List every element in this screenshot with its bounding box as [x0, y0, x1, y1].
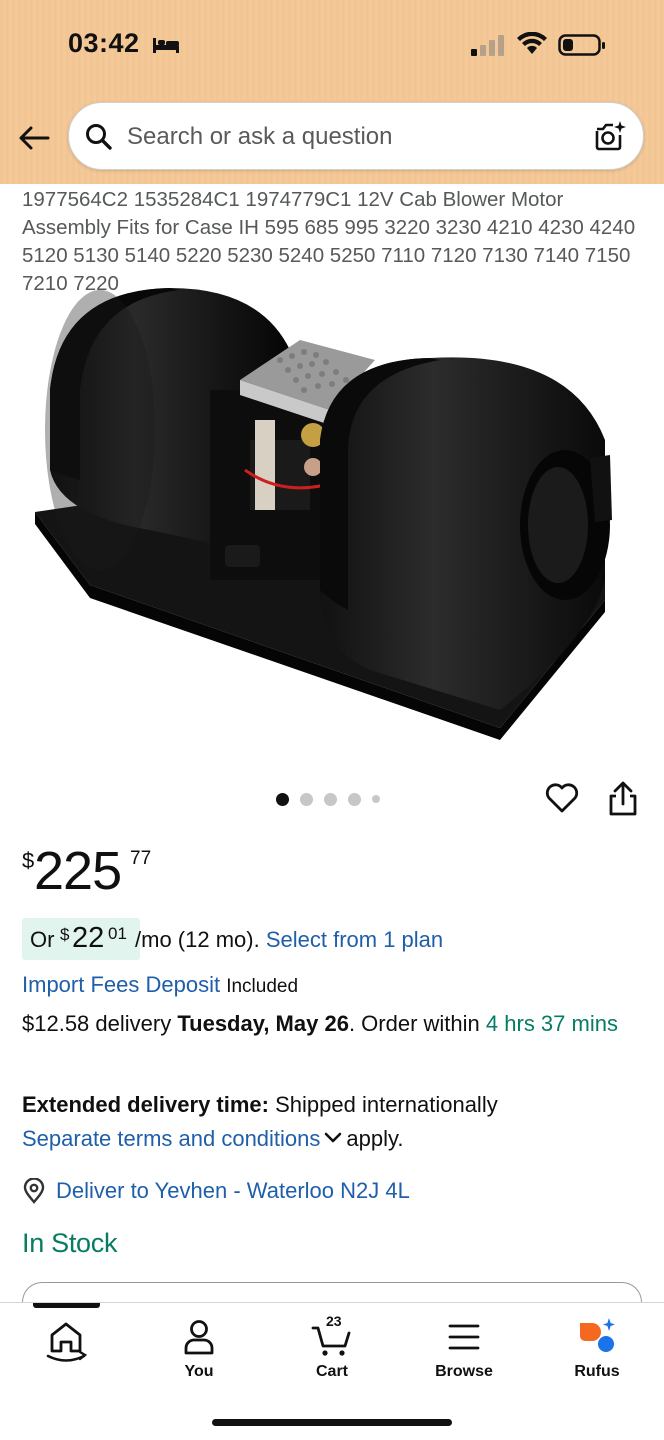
bottom-navigation: You 23 Cart Browse Rufus — [0, 1302, 664, 1440]
cellular-signal-icon — [471, 35, 504, 56]
import-fees-link[interactable]: Import Fees Deposit — [22, 972, 220, 997]
extended-delivery-text: Shipped internationally — [275, 1092, 498, 1117]
price-currency: $ — [22, 848, 35, 873]
order-within-text: . Order within — [348, 1011, 480, 1036]
bed-icon — [153, 38, 179, 53]
image-carousel-dots[interactable] — [276, 792, 380, 806]
location-pin-icon — [23, 1178, 45, 1204]
extended-delivery-label: Extended delivery time: — [22, 1092, 269, 1117]
home-indicator — [212, 1419, 452, 1426]
financing-prefix: Or — [30, 927, 55, 952]
monthly-fraction: 01 — [108, 924, 127, 943]
home-icon — [46, 1322, 88, 1362]
camera-search-icon[interactable] — [593, 119, 627, 153]
active-tab-indicator — [33, 1303, 100, 1308]
delivery-info: $12.58 delivery Tuesday, May 26. Order w… — [22, 1008, 632, 1039]
price-fraction: 77 — [130, 848, 152, 869]
chevron-down-icon[interactable] — [324, 1132, 342, 1144]
monthly-price-badge: Or $ 22 01 — [22, 918, 140, 960]
carousel-dot[interactable] — [276, 792, 289, 806]
nav-cart[interactable]: 23 Cart — [277, 1313, 387, 1387]
deliver-to-link[interactable]: Deliver to Yevhen - Waterloo N2J 4L — [56, 1178, 410, 1204]
carousel-dot[interactable] — [300, 792, 313, 806]
stock-status: In Stock — [22, 1228, 118, 1258]
terms-suffix: apply. — [346, 1126, 404, 1151]
monthly-currency: $ — [60, 925, 70, 944]
wifi-icon — [517, 32, 547, 54]
rufus-icon — [580, 1318, 615, 1352]
import-fees: Import Fees Deposit Included — [22, 972, 298, 998]
delivery-date: Tuesday, May 26 — [177, 1011, 349, 1036]
nav-cart-label: Cart — [315, 1363, 348, 1380]
nav-browse-label: Browse — [435, 1363, 493, 1380]
carousel-dot[interactable] — [372, 795, 380, 803]
nav-rufus[interactable]: Rufus — [542, 1315, 652, 1387]
nav-rufus-label: Rufus — [574, 1363, 620, 1380]
heart-icon[interactable] — [544, 780, 580, 816]
select-plan-link[interactable]: Select from 1 plan — [266, 927, 443, 952]
import-fees-status: Included — [226, 976, 299, 997]
app-header: 03:42 — [0, 0, 664, 184]
person-icon — [184, 1320, 214, 1355]
deliver-to-location[interactable]: Deliver to Yevhen - Waterloo N2J 4L — [22, 1176, 410, 1206]
terms-link[interactable]: Separate terms and conditions — [22, 1126, 320, 1151]
search-bar[interactable] — [68, 102, 644, 170]
nav-you[interactable]: You — [144, 1315, 254, 1387]
product-image[interactable] — [30, 280, 640, 750]
back-arrow-icon[interactable] — [16, 120, 52, 156]
cart-count-badge: 23 — [326, 1313, 342, 1329]
menu-icon — [448, 1324, 480, 1350]
financing-term: /mo (12 mo). — [135, 927, 260, 952]
extended-delivery: Extended delivery time: Shipped internat… — [22, 1088, 642, 1156]
battery-icon — [558, 34, 605, 56]
nav-browse[interactable]: Browse — [409, 1315, 519, 1387]
delivery-cost: $12.58 delivery — [22, 1011, 172, 1036]
order-countdown: 4 hrs 37 mins — [485, 1011, 618, 1036]
nav-home[interactable] — [11, 1315, 121, 1387]
status-time: 03:42 — [68, 28, 140, 58]
share-icon[interactable] — [606, 780, 640, 818]
price-whole: 225 — [34, 841, 122, 901]
carousel-dot[interactable] — [348, 792, 361, 806]
nav-you-label: You — [184, 1363, 214, 1380]
financing-offer: Or $ 22 01 /mo (12 mo). Select from 1 pl… — [22, 918, 482, 960]
search-icon — [86, 124, 112, 150]
search-input[interactable] — [127, 119, 577, 155]
carousel-dot[interactable] — [324, 792, 337, 806]
monthly-whole: 22 — [72, 922, 105, 954]
